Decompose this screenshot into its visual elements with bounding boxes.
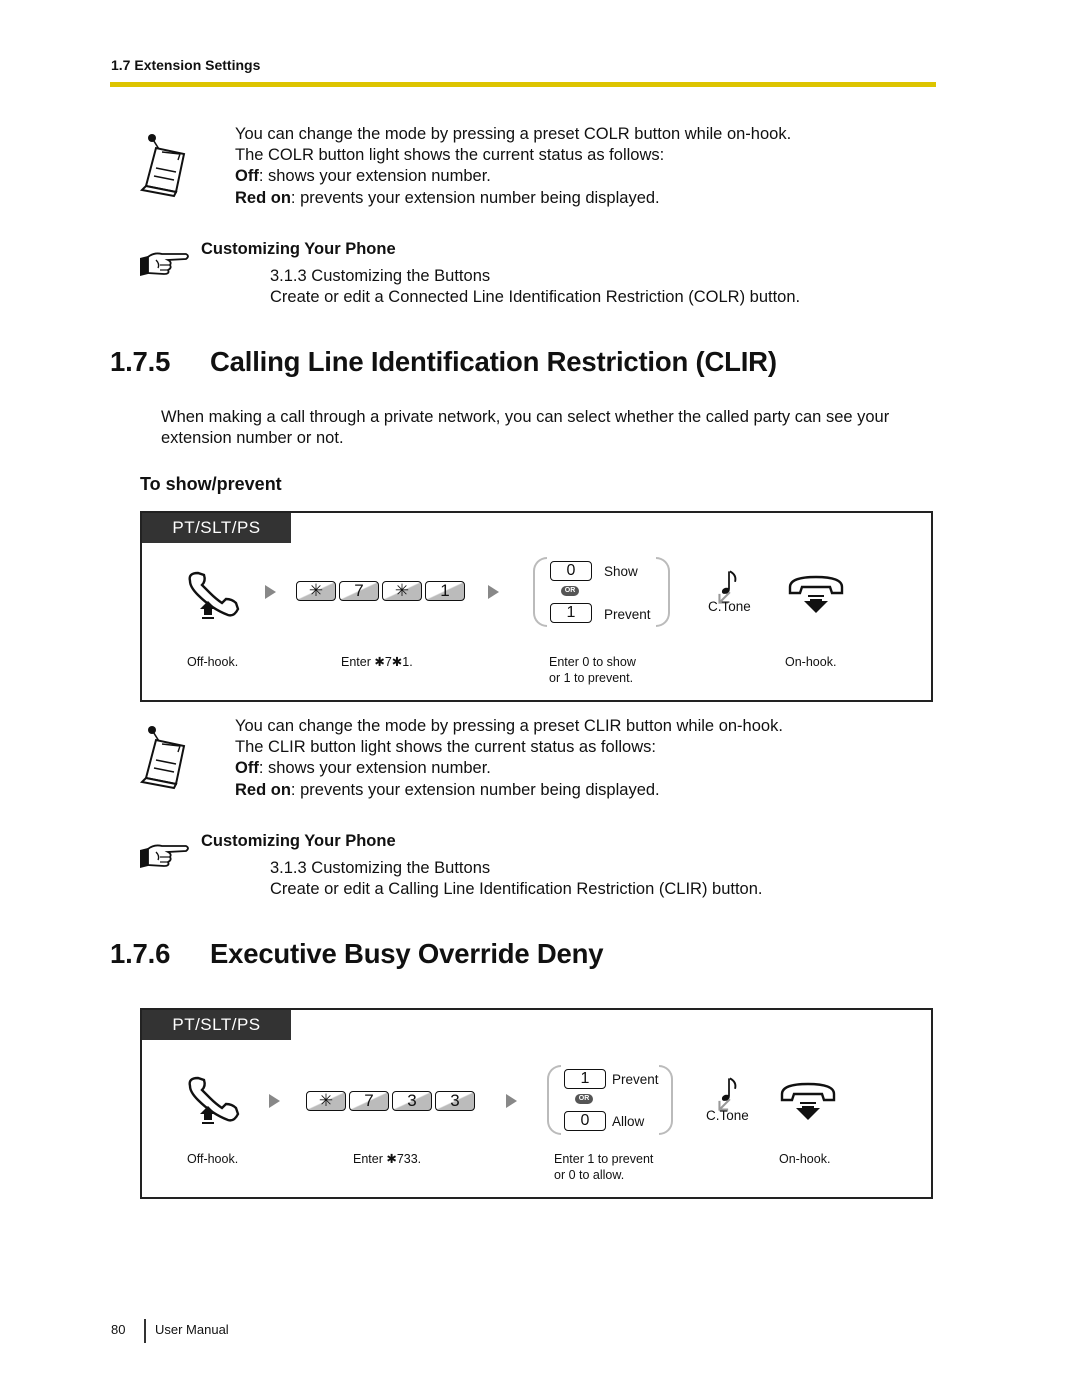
on-hook-icon <box>778 1080 838 1120</box>
caption-choice: Enter 1 to prevent or 0 to allow. <box>554 1151 653 1183</box>
header-rule <box>110 82 936 87</box>
off-hook-icon <box>184 1074 244 1124</box>
arrow-right-icon <box>506 1094 517 1108</box>
dial-key: 7 <box>339 581 379 601</box>
dial-key: ✳ <box>306 1091 346 1111</box>
caption-off-hook: Off-hook. <box>187 655 239 669</box>
clir-ref-body: 3.1.3 Customizing the Buttons Create or … <box>270 858 763 900</box>
note-icon <box>134 722 190 792</box>
page-number: 80 <box>111 1322 126 1337</box>
caption-on-hook: On-hook. <box>785 655 837 669</box>
option-label: Prevent <box>612 1072 659 1087</box>
option-label: Allow <box>612 1114 645 1129</box>
colr-note-off: Off: shows your extension number. <box>235 166 791 187</box>
red-on-label: Red on <box>235 780 291 799</box>
option-key: 1 <box>564 1069 606 1089</box>
colr-ref-body: 3.1.3 Customizing the Buttons Create or … <box>270 266 800 308</box>
colr-ref-title: Customizing Your Phone <box>201 240 396 258</box>
red-on-label: Red on <box>235 188 291 207</box>
red-on-text: : prevents your extension number being d… <box>290 780 660 799</box>
clir-note-line2: The CLIR button light shows the current … <box>235 738 656 757</box>
caption-choice-line2: or 1 to prevent. <box>549 671 634 685</box>
option-bracket-left <box>547 1065 561 1135</box>
or-badge: OR <box>561 586 579 596</box>
section-heading: Executive Busy Override Deny <box>210 938 604 969</box>
caption-choice-line2: or 0 to allow. <box>554 1168 625 1182</box>
colr-note-red: Red on: prevents your extension number b… <box>235 188 791 209</box>
footer-label: User Manual <box>155 1322 229 1337</box>
pointing-hand-icon <box>138 248 190 278</box>
procedure-box-ebo-deny: PT/SLT/PS ✳ 7 3 3 1 Prevent OR 0 Allow C… <box>140 1008 933 1199</box>
clir-intro-line1: When making a call through a private net… <box>161 408 890 426</box>
arrow-right-icon <box>488 585 499 599</box>
footer-divider <box>144 1319 146 1343</box>
caption-enter: Enter ✱7✱1. <box>341 655 413 669</box>
section-title-1-7-6: 1.7.6 Executive Busy Override Deny <box>110 938 604 970</box>
option-bracket-left <box>533 557 547 627</box>
option-key: 0 <box>564 1111 606 1131</box>
clir-ref-link[interactable]: 3.1.3 Customizing the Buttons <box>270 858 763 879</box>
subheading-show-prevent: To show/prevent <box>140 474 282 494</box>
clir-ref-title: Customizing Your Phone <box>201 832 396 850</box>
clir-note-line1: You can change the mode by pressing a pr… <box>235 717 783 735</box>
dial-key: 3 <box>435 1091 475 1111</box>
section-heading: Calling Line Identification Restriction … <box>210 346 777 377</box>
caption-enter: Enter ✱733. <box>353 1152 422 1166</box>
tone-label: C.Tone <box>706 1108 749 1123</box>
confirmation-tone-icon <box>716 1076 742 1112</box>
caption-off-hook: Off-hook. <box>187 1152 239 1166</box>
option-label: Show <box>604 564 638 579</box>
clir-intro-line2: extension number or not. <box>161 429 344 448</box>
tone-label: C.Tone <box>708 599 751 614</box>
procedure-tab: PT/SLT/PS <box>142 513 291 543</box>
caption-choice: Enter 0 to show or 1 to prevent. <box>549 654 636 686</box>
colr-note-line1: You can change the mode by pressing a pr… <box>235 125 792 143</box>
on-hook-icon <box>786 573 846 613</box>
dial-key: ✳ <box>382 581 422 601</box>
procedure-tab: PT/SLT/PS <box>142 1010 291 1040</box>
arrow-right-icon <box>265 585 276 599</box>
clir-note: You can change the mode by pressing a pr… <box>235 716 783 801</box>
clir-note-red: Red on: prevents your extension number b… <box>235 780 783 801</box>
off-text: : shows your extension number. <box>258 759 491 778</box>
clir-note-off: Off: shows your extension number. <box>235 758 783 779</box>
section-number: 1.7.6 <box>110 938 171 969</box>
or-badge: OR <box>575 1094 593 1104</box>
procedure-box-clir: PT/SLT/PS ✳ 7 ✳ 1 0 Show OR 1 Prevent C.… <box>140 511 933 702</box>
option-label: Prevent <box>604 607 651 622</box>
arrow-right-icon <box>269 1094 280 1108</box>
note-icon <box>134 130 190 200</box>
option-key: 1 <box>550 603 592 623</box>
dial-key: 7 <box>349 1091 389 1111</box>
section-number: 1.7.5 <box>110 346 171 377</box>
option-key: 0 <box>550 561 592 581</box>
colr-note: You can change the mode by pressing a pr… <box>235 124 791 209</box>
option-bracket-right <box>656 557 670 627</box>
colr-ref-desc: Create or edit a Connected Line Identifi… <box>270 288 801 307</box>
colr-note-line2: The COLR button light shows the current … <box>235 146 665 165</box>
red-on-text: : prevents your extension number being d… <box>290 188 660 207</box>
caption-on-hook: On-hook. <box>779 1152 831 1166</box>
dial-key: 1 <box>425 581 465 601</box>
running-head: 1.7 Extension Settings <box>111 57 261 73</box>
pointing-hand-icon <box>138 840 190 870</box>
off-label: Off <box>235 167 259 186</box>
section-title-1-7-5: 1.7.5 Calling Line Identification Restric… <box>110 346 777 378</box>
off-hook-icon <box>184 569 244 619</box>
off-text: : shows your extension number. <box>258 167 491 186</box>
off-label: Off <box>235 759 259 778</box>
caption-choice-line1: Enter 0 to show <box>549 655 636 669</box>
dial-key: 3 <box>392 1091 432 1111</box>
colr-ref-link[interactable]: 3.1.3 Customizing the Buttons <box>270 266 800 287</box>
caption-choice-line1: Enter 1 to prevent <box>554 1152 654 1166</box>
option-bracket-right <box>659 1065 673 1135</box>
dial-key: ✳ <box>296 581 336 601</box>
clir-ref-desc: Create or edit a Calling Line Identifica… <box>270 880 763 899</box>
clir-intro: When making a call through a private net… <box>161 407 889 449</box>
